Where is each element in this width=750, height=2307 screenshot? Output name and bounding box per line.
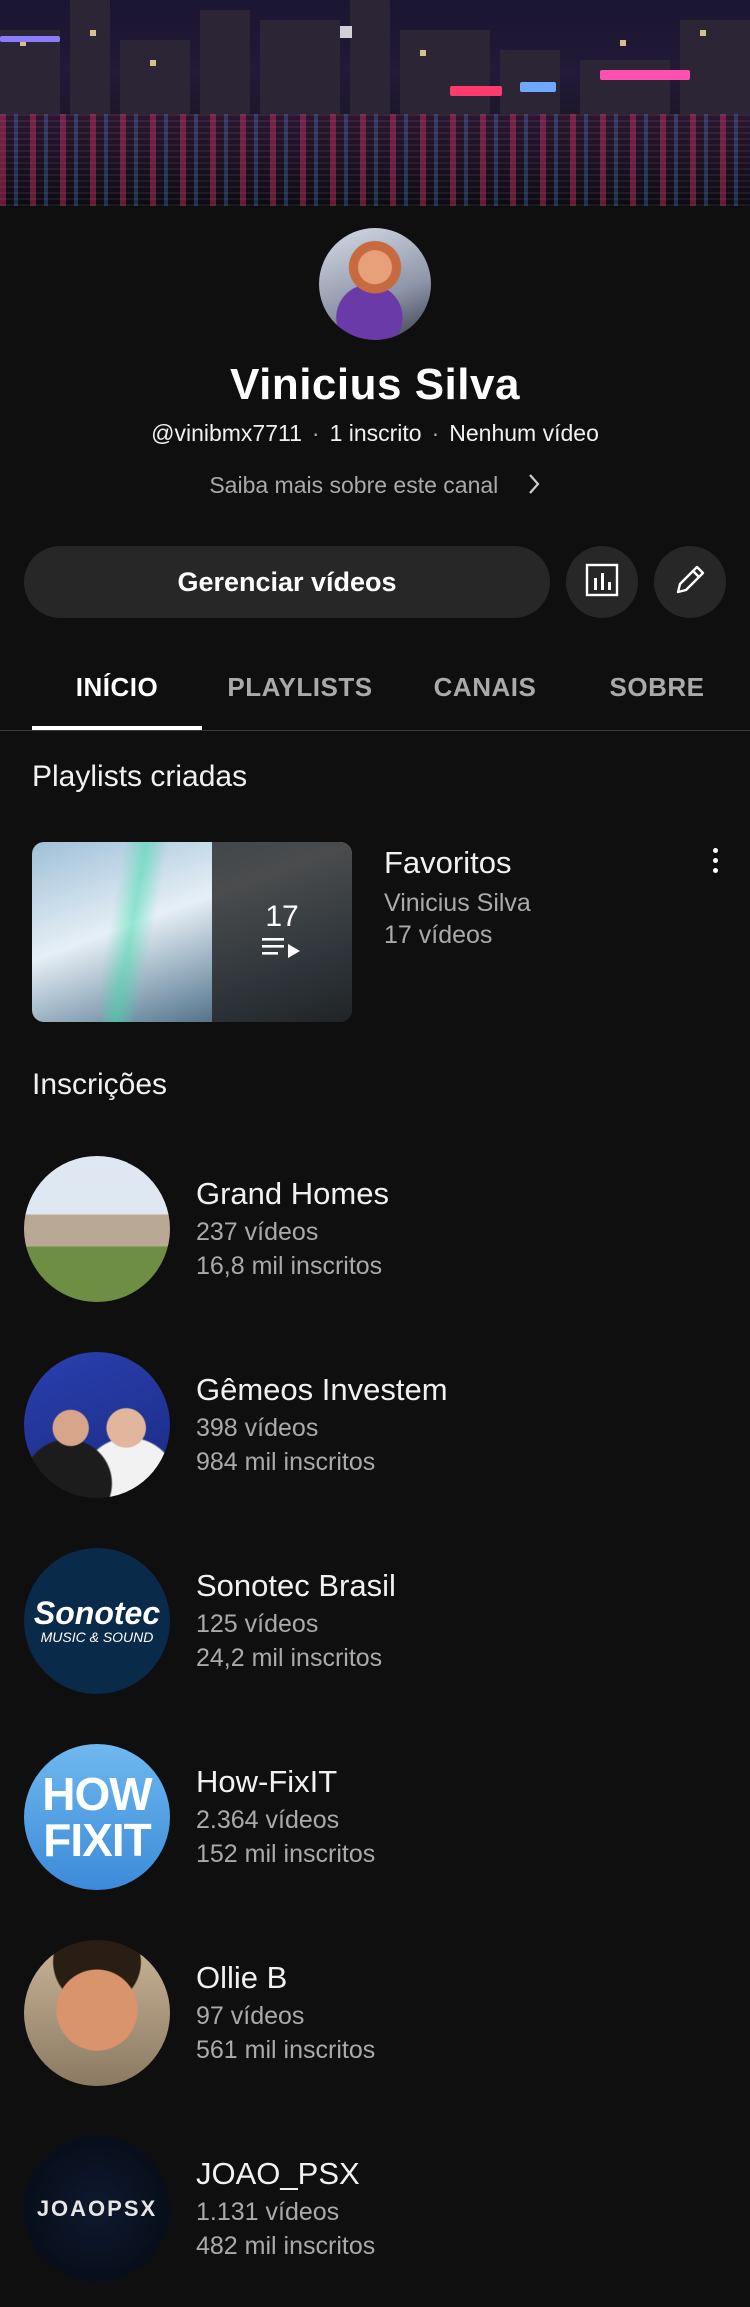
avatar-logo-text: JOAOPSX (36, 2196, 158, 2221)
active-tab-indicator (32, 726, 202, 730)
playlists-section-title: Playlists criadas (32, 760, 248, 793)
avatar-logo-subtext: MUSIC & SOUND (40, 1629, 154, 1645)
video-count: Nenhum vídeo (449, 420, 599, 446)
manage-videos-label: Gerenciar vídeos (177, 566, 397, 597)
analytics-button[interactable] (566, 546, 638, 618)
subscription-item[interactable]: JOAOPSX JOAO_PSX 1.131 vídeos 482 mil in… (0, 2136, 750, 2284)
avatar-logo-text: HOW (42, 1768, 152, 1820)
tab-inicio[interactable]: INÍCIO (32, 672, 202, 703)
subscription-subscriber-count: 561 mil inscritos (196, 2036, 376, 2064)
tab-sobre[interactable]: SOBRE (572, 672, 742, 703)
playlist-owner: Vinicius Silva (384, 889, 531, 917)
subscription-name: How-FixIT (196, 1764, 338, 1799)
subscription-video-count: 125 vídeos (196, 1610, 319, 1638)
subscription-subscriber-count: 24,2 mil inscritos (196, 1644, 383, 1672)
channel-banner (0, 0, 750, 206)
tab-canais[interactable]: CANAIS (400, 672, 570, 703)
subscription-name: Gêmeos Investem (196, 1372, 448, 1407)
channel-avatar[interactable] (319, 228, 431, 340)
more-about-label: Saiba mais sobre este canal (209, 472, 499, 498)
pencil-icon (672, 562, 708, 603)
channel-avatar[interactable]: Sonotec MUSIC & SOUND (24, 1548, 170, 1694)
channel-avatar[interactable]: JOAOPSX (24, 2136, 170, 2282)
subscription-name: Grand Homes (196, 1176, 389, 1211)
subscription-video-count: 237 vídeos (196, 1218, 319, 1246)
avatar-logo-text: Sonotec (33, 1595, 161, 1631)
subscription-item[interactable]: HOW FIXIT How-FixIT 2.364 vídeos 152 mil… (0, 1744, 750, 1892)
subscription-subscriber-count: 984 mil inscritos (196, 1448, 376, 1476)
avatar-logo-text: FIXIT (43, 1814, 151, 1866)
playlist-title[interactable]: Favoritos (384, 845, 511, 881)
subscription-video-count: 398 vídeos (196, 1414, 319, 1442)
subscription-subscriber-count: 16,8 mil inscritos (196, 1252, 383, 1280)
subscription-item[interactable]: Grand Homes 237 vídeos 16,8 mil inscrito… (0, 1156, 750, 1304)
channel-tabs: INÍCIO PLAYLISTS CANAIS SOBRE (0, 650, 750, 731)
subscription-name: Sonotec Brasil (196, 1568, 396, 1603)
tab-playlists[interactable]: PLAYLISTS (215, 672, 385, 703)
channel-meta: @vinibmx7711 · 1 inscrito · Nenhum vídeo (0, 420, 750, 447)
subscription-name: JOAO_PSX (196, 2156, 360, 2191)
playlist-queue-icon (260, 934, 304, 965)
playlist-count-overlay: 17 (212, 842, 352, 1022)
bar-chart-icon (584, 562, 620, 603)
playlist-thumbnail[interactable]: 17 (32, 842, 352, 1022)
channel-avatar[interactable] (24, 1940, 170, 2086)
meta-separator: · (311, 420, 320, 446)
meta-separator: · (431, 420, 440, 446)
subscription-subscriber-count: 152 mil inscritos (196, 1840, 376, 1868)
subscription-video-count: 97 vídeos (196, 2002, 305, 2030)
subscriptions-section-title: Inscrições (32, 1068, 168, 1101)
channel-avatar[interactable] (24, 1352, 170, 1498)
subscriber-count: 1 inscrito (329, 420, 422, 446)
subscription-item[interactable]: Gêmeos Investem 398 vídeos 984 mil inscr… (0, 1352, 750, 1500)
subscription-video-count: 2.364 vídeos (196, 1806, 340, 1834)
more-about-channel-link[interactable]: Saiba mais sobre este canal (0, 472, 750, 501)
manage-videos-button[interactable]: Gerenciar vídeos (24, 546, 550, 618)
subscription-item[interactable]: Sonotec MUSIC & SOUND Sonotec Brasil 125… (0, 1548, 750, 1696)
channel-name: Vinicius Silva (230, 360, 520, 409)
playlist-thumb-count: 17 (265, 899, 299, 933)
subscription-name: Ollie B (196, 1960, 288, 1995)
chevron-right-icon (527, 473, 541, 501)
more-vert-icon[interactable] (712, 848, 720, 878)
subscription-subscriber-count: 482 mil inscritos (196, 2232, 376, 2260)
edit-channel-button[interactable] (654, 546, 726, 618)
channel-handle: @vinibmx7711 (151, 420, 302, 446)
playlist-video-count: 17 vídeos (384, 921, 493, 949)
subscription-video-count: 1.131 vídeos (196, 2198, 340, 2226)
channel-avatar[interactable] (24, 1156, 170, 1302)
channel-avatar[interactable]: HOW FIXIT (24, 1744, 170, 1890)
subscription-item[interactable]: Ollie B 97 vídeos 561 mil inscritos (0, 1940, 750, 2088)
